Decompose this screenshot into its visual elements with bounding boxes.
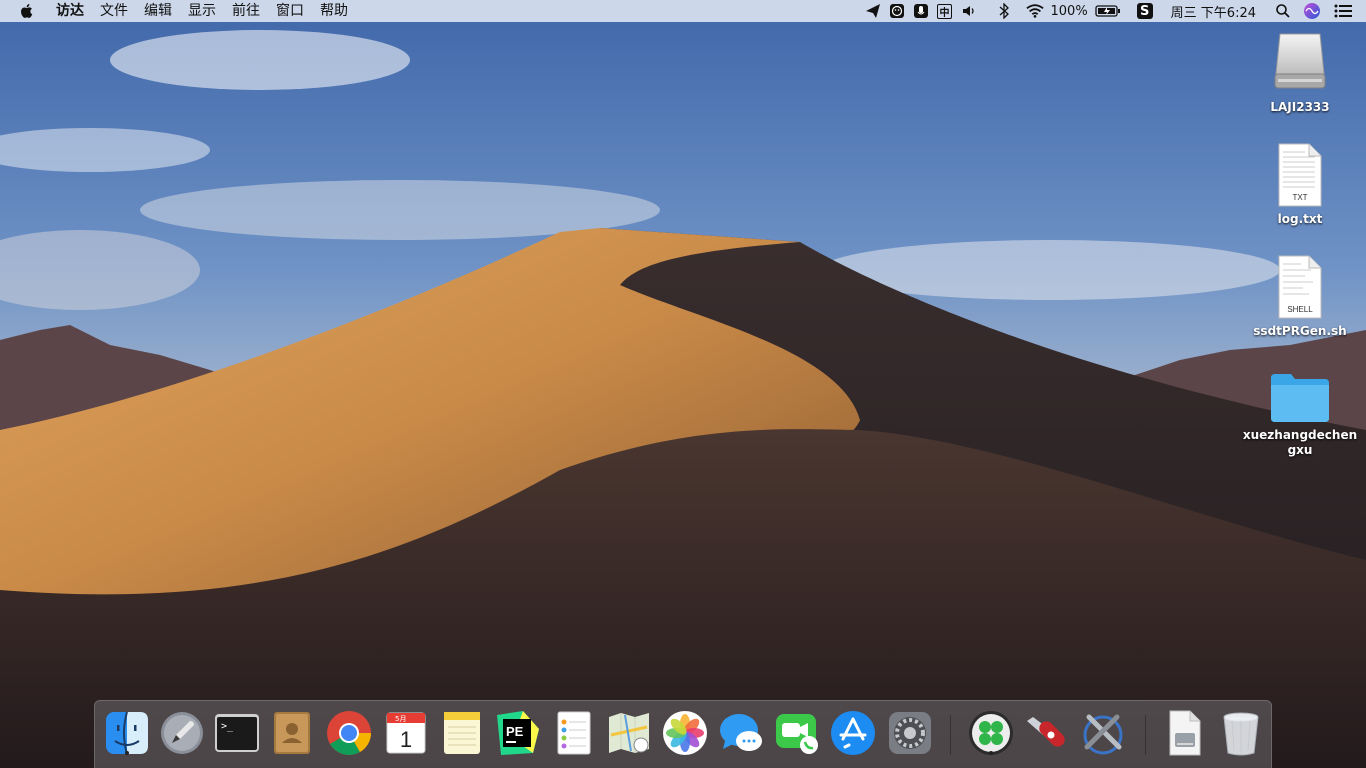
photos-flower-icon: [663, 711, 707, 755]
microphone-icon[interactable]: [912, 2, 930, 20]
dock-utility-knife[interactable]: [1023, 709, 1071, 757]
shell-file-icon: SHELL: [1278, 255, 1322, 319]
menu-edit[interactable]: 编辑: [136, 0, 180, 22]
dock-maps[interactable]: [605, 709, 653, 757]
swiss-knife-icon: [1027, 717, 1065, 747]
tools-icon: [1083, 714, 1123, 755]
dock-calendar[interactable]: 5月 1: [382, 709, 430, 757]
dock-clover-configurator[interactable]: [967, 709, 1015, 757]
notification-center-icon[interactable]: [1334, 2, 1352, 20]
desktop-item-shell-script[interactable]: SHELL ssdtPRGen.sh: [1240, 254, 1360, 339]
clover-icon: [969, 711, 1013, 755]
folder-icon: [1271, 374, 1329, 422]
desktop-wallpaper: [0, 0, 1366, 768]
dock-facetime[interactable]: [773, 709, 821, 757]
launchpad-rocket-icon: [161, 712, 203, 754]
shell-badge: SHELL: [1287, 305, 1313, 314]
dock-photos[interactable]: [661, 709, 709, 757]
menu-file[interactable]: 文件: [92, 0, 136, 22]
apple-logo-icon[interactable]: [18, 2, 36, 20]
dock-launchpad[interactable]: [158, 709, 206, 757]
trash-icon: [1223, 712, 1259, 756]
input-method-icon[interactable]: 中: [936, 2, 954, 20]
menu-app-name[interactable]: 访达: [48, 0, 92, 22]
reminders-icon: [557, 711, 591, 755]
calendar-day: 1: [400, 727, 412, 752]
desktop-item-label: LAJI2333: [1270, 100, 1330, 114]
menu-bar: 访达 文件 编辑 显示 前往 窗口 帮助 中 100% S 周三 下午6:24: [0, 0, 1366, 22]
dock-pycharm[interactable]: PE: [493, 709, 541, 757]
input-method-label: 中: [937, 3, 952, 19]
menu-view[interactable]: 显示: [180, 0, 224, 22]
battery-percent: 100%: [1050, 3, 1088, 19]
bluetooth-icon[interactable]: [995, 2, 1013, 20]
maps-icon: [609, 713, 649, 753]
pycharm-icon: PE: [497, 711, 539, 755]
volume-icon[interactable]: [960, 2, 978, 20]
dock-contacts[interactable]: [268, 709, 316, 757]
desktop-item-label: ssdtPRGen.sh: [1253, 324, 1347, 338]
dock-messages[interactable]: [717, 709, 765, 757]
dock-notes[interactable]: [438, 709, 486, 757]
dock-reminders[interactable]: [550, 709, 598, 757]
desktop-item-folder[interactable]: xuezhangdechengxu: [1240, 370, 1360, 458]
dock-trash[interactable]: [1217, 709, 1265, 757]
paper-plane-icon[interactable]: [864, 2, 882, 20]
dock: >_ 5月 1 PE: [94, 700, 1272, 768]
menu-window[interactable]: 窗口: [268, 0, 312, 22]
desktop-item-drive[interactable]: LAJI2333: [1240, 30, 1360, 115]
terminal-icon: >_: [215, 714, 259, 752]
s-app-icon[interactable]: S: [1136, 2, 1154, 20]
dock-document[interactable]: [1160, 709, 1208, 757]
menu-go[interactable]: 前往: [224, 0, 268, 22]
terminal-prompt: >_: [221, 721, 234, 732]
finder-icon: [106, 711, 148, 755]
menu-help[interactable]: 帮助: [312, 0, 356, 22]
pycharm-label: PE: [506, 724, 524, 739]
dock-finder[interactable]: [103, 709, 151, 757]
messages-icon: [720, 714, 762, 751]
txt-badge: TXT: [1292, 193, 1307, 202]
chrome-icon: [327, 711, 371, 755]
dock-xcode-tools[interactable]: [1079, 709, 1127, 757]
desktop-item-label: log.txt: [1277, 212, 1323, 226]
contacts-book-icon: [274, 712, 310, 754]
battery-icon[interactable]: [1095, 2, 1121, 20]
face-icon[interactable]: [888, 2, 906, 20]
desktop-item-label: xuezhangdechengxu: [1242, 428, 1358, 457]
spotlight-search-icon[interactable]: [1274, 2, 1292, 20]
gear-icon: [889, 712, 931, 754]
drive-icon: [1274, 33, 1326, 89]
txt-file-icon: TXT: [1278, 143, 1322, 207]
calendar-month: 5月: [395, 715, 406, 723]
dock-chrome[interactable]: [325, 709, 373, 757]
siri-icon[interactable]: [1303, 2, 1321, 20]
document-icon: [1169, 710, 1201, 756]
facetime-icon: [776, 714, 818, 754]
app-store-icon: [831, 711, 875, 755]
dock-app-store[interactable]: [829, 709, 877, 757]
dock-system-preferences[interactable]: [886, 709, 934, 757]
notes-icon: [444, 712, 480, 754]
wifi-icon[interactable]: [1025, 2, 1044, 20]
calendar-icon: 5月 1: [386, 712, 426, 754]
menubar-clock[interactable]: 周三 下午6:24: [1171, 2, 1256, 21]
dock-terminal[interactable]: >_: [213, 709, 261, 757]
desktop-item-log-txt[interactable]: TXT log.txt: [1240, 142, 1360, 227]
